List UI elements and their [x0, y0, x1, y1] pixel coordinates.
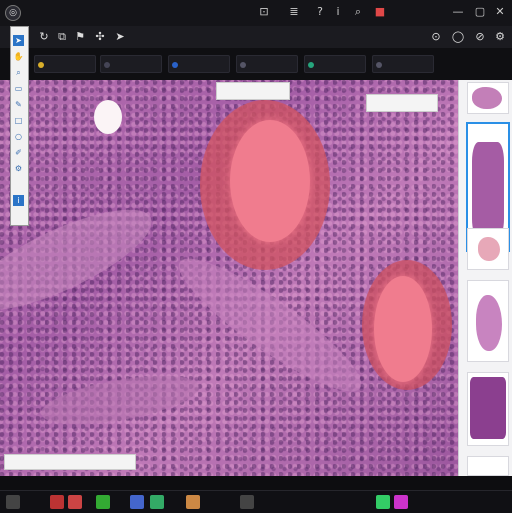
- tab-3-icon: [172, 62, 178, 68]
- tab-1[interactable]: [34, 55, 96, 73]
- vessel-lumen: [230, 120, 310, 242]
- maximize-icon[interactable]: ▢: [472, 4, 488, 20]
- slide-thumbnail[interactable]: [467, 372, 509, 446]
- app-icon[interactable]: [240, 495, 254, 509]
- app-icon[interactable]: [394, 495, 408, 509]
- tissue-section: [472, 87, 502, 109]
- tab-1-icon: [38, 62, 44, 68]
- app-icon[interactable]: [96, 495, 110, 509]
- annotation-label[interactable]: [216, 82, 290, 100]
- pen-icon[interactable]: ✐: [13, 147, 24, 158]
- tab-2-icon: [104, 62, 110, 68]
- microscope-icon[interactable]: ◎: [5, 5, 21, 21]
- rect-icon[interactable]: □: [13, 115, 24, 126]
- settings-icon[interactable]: ⚙: [492, 29, 508, 45]
- tab-4[interactable]: [236, 55, 298, 73]
- app-icon[interactable]: [50, 495, 64, 509]
- lock-icon[interactable]: ⊙: [428, 29, 444, 45]
- annotate-icon[interactable]: ✎: [13, 99, 24, 110]
- alert-icon[interactable]: ■: [372, 4, 388, 20]
- start-icon[interactable]: [6, 495, 20, 509]
- info-icon[interactable]: i: [13, 195, 24, 206]
- toolbar: ↻ ⧉ ⚑ ✣ ➤ ⊙ ◯ ⊘ ⚙: [0, 26, 512, 49]
- info-icon[interactable]: i: [330, 4, 346, 20]
- app-icon[interactable]: [376, 495, 390, 509]
- circle-icon[interactable]: ○: [13, 131, 24, 142]
- bookmark-icon[interactable]: ⚑: [72, 29, 88, 45]
- tissue-section: [472, 142, 504, 238]
- taskbar: [0, 490, 512, 513]
- tab-strip: [0, 48, 512, 80]
- slide-thumbnail-panel: [458, 80, 512, 476]
- slide-thumbnail[interactable]: [467, 228, 509, 270]
- tab-5-icon: [308, 62, 314, 68]
- title-bar: ◎ ⊡ ≣ ? i ⌕ ■ — ▢ ✕: [0, 0, 512, 26]
- arrow-icon[interactable]: ➤: [13, 35, 24, 46]
- tab-5[interactable]: [304, 55, 366, 73]
- scale-bar-label: [4, 454, 136, 470]
- tissue-section: [470, 377, 506, 439]
- pointer-icon[interactable]: ➤: [112, 29, 128, 45]
- search-icon[interactable]: ⌕: [350, 4, 366, 20]
- tissue-section: [478, 237, 500, 261]
- app-icon[interactable]: [150, 495, 164, 509]
- zoom-in-icon[interactable]: ◯: [450, 29, 466, 45]
- move-icon[interactable]: ✣: [92, 29, 108, 45]
- minimize-icon[interactable]: —: [450, 4, 466, 20]
- tab-6[interactable]: [372, 55, 434, 73]
- tab-3[interactable]: [168, 55, 230, 73]
- refresh-icon[interactable]: ↻: [36, 29, 52, 45]
- tissue-gap: [94, 100, 122, 134]
- tab-4-icon: [240, 62, 246, 68]
- app-icon[interactable]: [68, 495, 82, 509]
- ruler-icon[interactable]: ▭: [13, 83, 24, 94]
- copy-icon[interactable]: ⧉: [54, 29, 70, 45]
- tool-panel: ➤ ✋ ⌕ ▭ ✎ □ ○ ✐ ⚙ i: [10, 26, 29, 226]
- zoom-icon[interactable]: ⌕: [13, 67, 24, 78]
- tab-6-icon: [376, 62, 382, 68]
- slide-thumbnail[interactable]: [467, 82, 509, 114]
- tab-2[interactable]: [100, 55, 162, 73]
- expand-icon[interactable]: ⊡: [256, 4, 272, 20]
- slide-viewer[interactable]: [0, 80, 458, 476]
- slide-thumbnail[interactable]: [467, 280, 509, 362]
- app-icon[interactable]: [186, 495, 200, 509]
- help-icon[interactable]: ?: [312, 4, 328, 20]
- slide-thumbnail[interactable]: [467, 456, 509, 476]
- pan-icon[interactable]: ✋: [13, 51, 24, 62]
- annotation-label[interactable]: [366, 94, 438, 112]
- list-icon[interactable]: ≣: [286, 4, 302, 20]
- vessel-lumen: [374, 276, 432, 382]
- close-icon[interactable]: ✕: [492, 4, 508, 20]
- stroma-band: [37, 366, 203, 434]
- app-icon[interactable]: [130, 495, 144, 509]
- settings-icon[interactable]: ⚙: [13, 163, 24, 174]
- tissue-section: [476, 295, 502, 351]
- zoom-out-icon[interactable]: ⊘: [472, 29, 488, 45]
